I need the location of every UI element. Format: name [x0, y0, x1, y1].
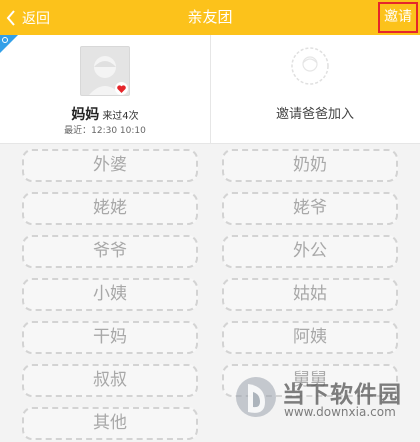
relation-slot[interactable]: 奶奶: [222, 149, 398, 182]
family-members-panel: 妈妈 来过4次 最近：12:30 10:10 邀请爸爸加入: [0, 35, 420, 144]
downxia-logo-icon: [236, 377, 276, 417]
invite-parent-label[interactable]: 邀请爸爸加入: [210, 103, 420, 122]
heart-icon: [115, 82, 128, 95]
relation-slot[interactable]: 姥爷: [222, 192, 398, 225]
relation-slot[interactable]: 外婆: [22, 149, 198, 182]
invite-avatar-placeholder[interactable]: [290, 46, 330, 86]
relation-slot[interactable]: 小姨: [22, 278, 198, 311]
relation-slot[interactable]: 爷爷: [22, 235, 198, 268]
watermark-url: www.downxia.com: [284, 405, 396, 419]
top-bar: 返回 亲友团 邀请: [0, 0, 420, 35]
watermark-title: 当下软件园: [282, 382, 402, 408]
relation-slot[interactable]: 外公: [222, 235, 398, 268]
person-outline-icon: [291, 47, 329, 85]
member-name-row: 妈妈 来过4次: [0, 104, 210, 124]
member-name: 妈妈: [71, 107, 100, 123]
relation-slot[interactable]: 阿姨: [222, 321, 398, 354]
relation-slot[interactable]: 姑姑: [222, 278, 398, 311]
invite-button[interactable]: 邀请: [378, 2, 418, 33]
corner-tag-icon: [0, 35, 18, 53]
last-visit-time: 最近：12:30 10:10: [64, 126, 146, 136]
relation-slot[interactable]: 姥姥: [22, 192, 198, 225]
relation-slot[interactable]: 干妈: [22, 321, 198, 354]
page-title: 亲友团: [187, 8, 233, 26]
relation-slot[interactable]: 其他: [22, 407, 198, 440]
visit-count: 来过4次: [102, 111, 139, 122]
relation-slot[interactable]: 叔叔: [22, 364, 198, 397]
panel-divider: [210, 35, 211, 144]
